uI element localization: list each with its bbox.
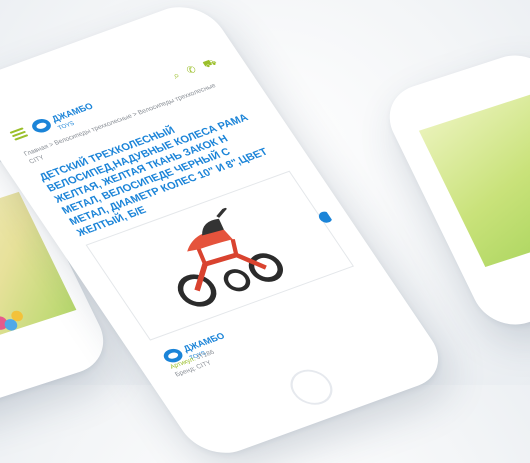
cart-icon[interactable]: ⛟ [201,57,220,72]
logo-mark-icon [29,116,54,135]
tricycle-image [177,206,283,307]
phone-right [376,45,530,335]
header-actions: ⌕ ✆ ⛟ [171,57,220,83]
phone-main: ДЖАМБО TOYS ⌕ ✆ ⛟ Главная > Велосипеды т… [0,0,454,463]
right-phone-screen [418,87,530,267]
menu-icon[interactable] [9,127,29,141]
home-button[interactable] [282,364,340,411]
phone-icon[interactable]: ✆ [184,64,199,78]
search-icon[interactable]: ⌕ [171,70,184,83]
